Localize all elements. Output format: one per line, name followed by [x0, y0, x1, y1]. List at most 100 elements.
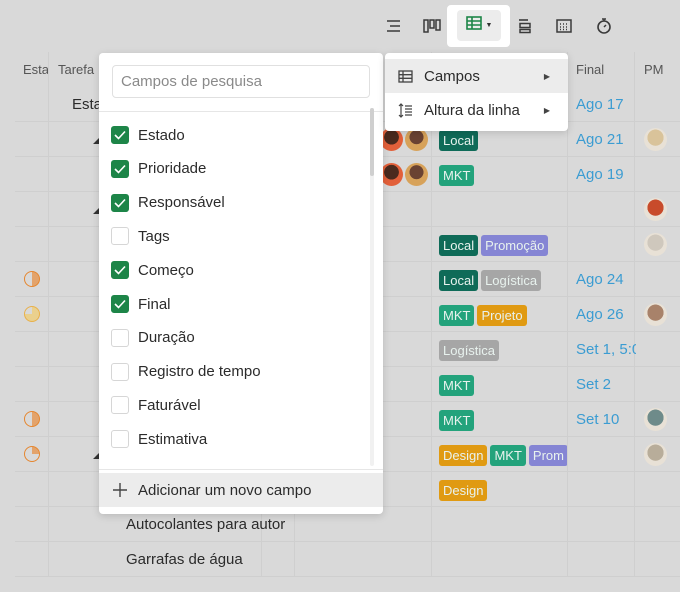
final-date[interactable] — [576, 227, 636, 262]
tag-badge: Local — [439, 234, 479, 256]
fields-panel: Campos de pesquisa Estado Prioridade Respo… — [99, 53, 383, 514]
check-icon — [114, 130, 126, 140]
view-options-menu: Campos ▶ Altura da linha ▶ — [385, 53, 568, 131]
field-label: Faturável — [138, 396, 201, 414]
final-date[interactable]: Ago 17 — [576, 87, 636, 122]
scrollbar-thumb[interactable] — [370, 108, 374, 176]
checkbox-checked[interactable] — [111, 261, 129, 280]
pm-avatar-man-1[interactable] — [644, 128, 667, 151]
assignee-avatar[interactable] — [405, 128, 428, 151]
tags-cell[interactable]: Design — [439, 472, 567, 507]
board-view-icon[interactable] — [420, 14, 444, 38]
tags-cell[interactable]: Design MKT Prom — [439, 437, 567, 472]
gantt-view-icon[interactable] — [513, 14, 537, 38]
field-option[interactable]: Faturável — [111, 388, 201, 422]
final-date[interactable]: Ago 19 — [576, 157, 636, 192]
field-option[interactable]: Tags — [111, 219, 170, 253]
tag-badge: Local — [439, 129, 479, 151]
final-date[interactable]: Ago 21 — [576, 122, 636, 157]
fields-search-input[interactable]: Campos de pesquisa — [112, 65, 370, 98]
assignee-avatar[interactable] — [405, 163, 428, 186]
timer-icon[interactable] — [592, 14, 616, 38]
checkbox-checked[interactable] — [111, 126, 129, 144]
header-task[interactable]: Tarefa — [58, 52, 94, 87]
field-option[interactable]: Responsável — [111, 186, 225, 220]
assignee-avatar[interactable] — [380, 163, 403, 186]
checkbox-unchecked[interactable] — [111, 362, 129, 381]
tags-cell[interactable] — [439, 192, 567, 227]
checkbox-unchecked[interactable] — [111, 396, 129, 415]
divider — [99, 469, 383, 470]
add-field-label: Adicionar um novo campo — [138, 481, 312, 499]
field-option[interactable]: Estado — [111, 118, 185, 152]
header-final[interactable]: Final — [576, 52, 604, 87]
tags-cell[interactable]: Logística — [439, 332, 567, 367]
checkbox-checked[interactable] — [111, 295, 129, 313]
table-view-button[interactable]: ▼ — [447, 5, 510, 47]
field-label: Prioridade — [138, 160, 207, 178]
add-field-button[interactable]: Adicionar um novo campo — [99, 473, 383, 507]
task-name[interactable]: Autocolantes para autor — [126, 516, 285, 533]
chevron-down-icon: ▼ — [485, 22, 493, 29]
table-icon — [398, 69, 413, 83]
tags-cell[interactable]: MKT — [439, 157, 567, 192]
field-option[interactable]: Registro de tempo — [111, 355, 261, 389]
final-date[interactable] — [576, 437, 636, 472]
final-date[interactable]: Ago 26 — [576, 297, 636, 332]
field-option[interactable]: Estimativa — [111, 422, 207, 456]
final-date[interactable]: Set 1, 5:0 — [576, 332, 636, 367]
check-icon — [114, 198, 126, 208]
tags-cell[interactable] — [439, 542, 567, 577]
pm-avatar-woman-2[interactable] — [644, 408, 667, 431]
tag-badge: Logística — [481, 269, 542, 291]
final-date[interactable]: Set 10 — [576, 402, 636, 437]
status-half-icon[interactable] — [24, 271, 40, 287]
field-option[interactable]: Final — [111, 287, 171, 321]
checkbox-unchecked[interactable] — [111, 227, 129, 246]
tags-cell[interactable] — [439, 507, 567, 542]
final-date[interactable] — [576, 542, 636, 577]
task-cell[interactable]: Garrafas de água — [126, 542, 306, 577]
table-row[interactable]: Garrafas de água — [15, 542, 680, 577]
assignee-avatar[interactable] — [380, 128, 403, 151]
checkbox-unchecked[interactable] — [111, 430, 129, 449]
final-date[interactable] — [576, 192, 636, 227]
check-icon — [114, 164, 126, 174]
final-date[interactable] — [576, 507, 636, 542]
field-label: Final — [138, 295, 171, 313]
status-half-icon[interactable] — [24, 411, 40, 427]
tags-cell[interactable]: MKT — [439, 367, 567, 402]
final-date[interactable] — [576, 472, 636, 507]
list-view-icon[interactable] — [381, 14, 405, 38]
menu-item-label: Altura da linha — [424, 101, 520, 119]
status-quarter-icon[interactable] — [24, 446, 40, 462]
menu-item-fields[interactable]: Campos ▶ — [385, 59, 568, 93]
final-date[interactable]: Ago 24 — [576, 262, 636, 297]
scrollbar[interactable] — [370, 108, 374, 466]
tag-badge: MKT — [439, 374, 475, 396]
field-option[interactable]: Duração — [111, 321, 195, 355]
tags-cell[interactable]: Local Logística — [439, 262, 567, 297]
table-view-icon — [465, 16, 482, 35]
menu-item-row-height[interactable]: Altura da linha ▶ — [385, 93, 568, 127]
tags-cell[interactable]: MKT — [439, 402, 567, 437]
field-option[interactable]: Começo — [111, 253, 194, 287]
pm-avatar-man-3[interactable] — [644, 303, 667, 326]
tags-cell[interactable]: MKT Projeto — [439, 297, 567, 332]
pm-avatar-man-2[interactable] — [644, 198, 667, 221]
status-three-quarter-icon[interactable] — [24, 306, 40, 322]
task-name[interactable]: Esta — [72, 96, 102, 113]
header-status[interactable]: Esta — [23, 52, 49, 87]
tag-badge: MKT — [439, 164, 475, 186]
pm-avatar-woman-3[interactable] — [644, 443, 667, 466]
checkbox-checked[interactable] — [111, 159, 129, 178]
final-date[interactable]: Set 2 — [576, 367, 636, 402]
pm-avatar-woman-1[interactable] — [644, 233, 667, 256]
calendar-view-icon[interactable] — [552, 14, 576, 38]
checkbox-unchecked[interactable] — [111, 328, 129, 347]
field-option[interactable]: Prioridade — [111, 152, 206, 186]
checkbox-checked[interactable] — [111, 193, 129, 212]
tags-cell[interactable]: Local Promoção — [439, 227, 567, 262]
header-pm[interactable]: PM — [644, 52, 664, 87]
task-name[interactable]: Garrafas de água — [126, 551, 243, 568]
